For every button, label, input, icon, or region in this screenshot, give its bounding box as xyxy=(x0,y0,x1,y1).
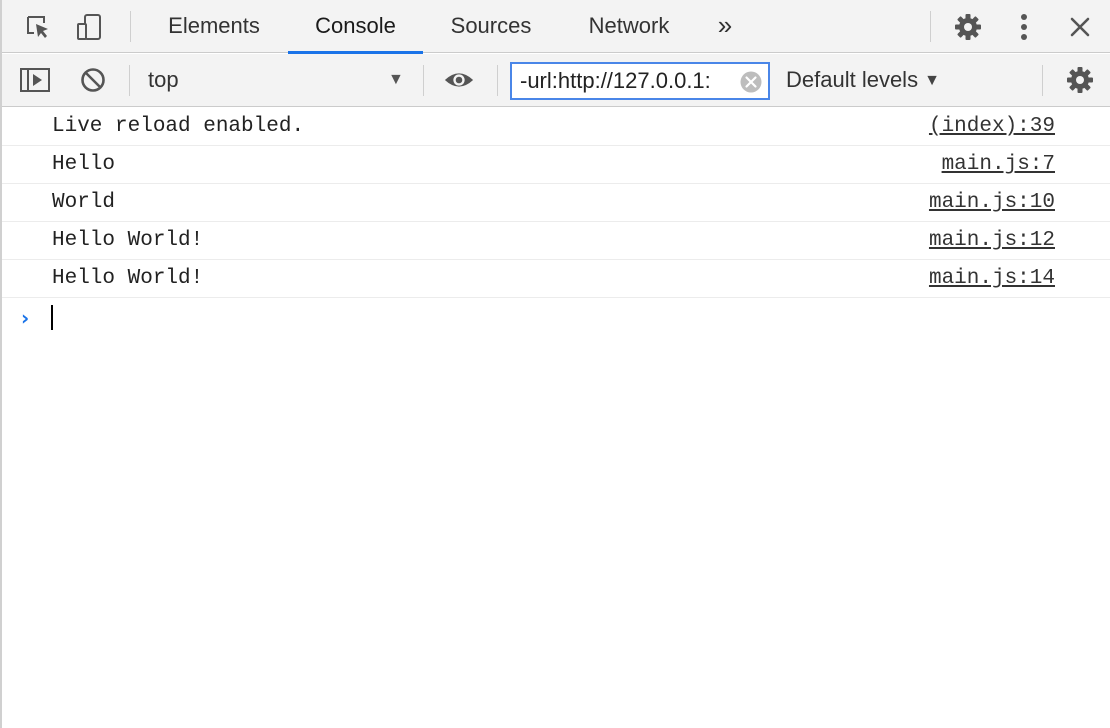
message-text: World xyxy=(52,191,116,214)
console-message: Hello World! main.js:14 xyxy=(2,260,1110,298)
devtools-tabbar: Elements Console Sources Network » xyxy=(2,0,1110,54)
text-cursor xyxy=(51,305,53,330)
sidebar-toggle-icon[interactable] xyxy=(19,64,51,96)
clear-filter-icon[interactable] xyxy=(740,71,762,93)
log-levels-label: Default levels xyxy=(786,67,919,92)
tabbar-divider xyxy=(130,11,131,42)
tabbar-divider xyxy=(930,11,931,42)
filter-input[interactable] xyxy=(512,64,738,98)
toolbar-divider xyxy=(1042,65,1043,96)
settings-gear-icon[interactable] xyxy=(952,11,984,43)
tab-elements[interactable]: Elements xyxy=(148,0,280,53)
tab-console[interactable]: Console xyxy=(288,0,423,54)
more-tabs-button[interactable]: » xyxy=(708,0,742,53)
message-source-link[interactable]: main.js:7 xyxy=(942,153,1055,176)
context-dropdown-arrow-icon[interactable]: ▼ xyxy=(388,66,404,94)
chevron-down-icon: ▼ xyxy=(924,72,940,89)
toolbar-divider xyxy=(497,65,498,96)
message-text: Live reload enabled. xyxy=(52,115,305,138)
context-selector[interactable]: top xyxy=(148,65,179,95)
more-options-icon[interactable] xyxy=(1008,11,1040,43)
message-source-link[interactable]: main.js:10 xyxy=(929,191,1055,214)
console-settings-gear-icon[interactable] xyxy=(1064,64,1096,96)
close-icon[interactable] xyxy=(1064,11,1096,43)
toolbar-divider xyxy=(129,65,130,96)
console-toolbar: top ▼ Default levels ▼ xyxy=(2,54,1110,107)
clear-console-icon[interactable] xyxy=(77,64,109,96)
message-text: Hello xyxy=(52,153,116,176)
message-text: Hello World! xyxy=(52,267,204,290)
devtools-window: Elements Console Sources Network » top ▼… xyxy=(0,0,1110,728)
message-text: Hello World! xyxy=(52,229,204,252)
console-message: Hello main.js:7 xyxy=(2,146,1110,184)
device-toolbar-icon[interactable] xyxy=(74,11,106,43)
console-message: Live reload enabled. (index):39 xyxy=(2,108,1110,146)
tab-network[interactable]: Network xyxy=(568,0,690,53)
console-message: World main.js:10 xyxy=(2,184,1110,222)
message-source-link[interactable]: (index):39 xyxy=(929,115,1055,138)
log-levels-dropdown[interactable]: Default levels ▼ xyxy=(786,65,940,96)
console-message: Hello World! main.js:12 xyxy=(2,222,1110,260)
inspect-element-icon[interactable] xyxy=(22,11,54,43)
live-expression-eye-icon[interactable] xyxy=(443,64,475,96)
message-source-link[interactable]: main.js:14 xyxy=(929,267,1055,290)
console-prompt[interactable]: › xyxy=(2,298,1110,338)
message-source-link[interactable]: main.js:12 xyxy=(929,229,1055,252)
tab-sources[interactable]: Sources xyxy=(432,0,550,53)
toolbar-divider xyxy=(423,65,424,96)
prompt-chevron-icon: › xyxy=(21,306,30,330)
filter-input-box xyxy=(510,62,770,100)
console-messages: Live reload enabled. (index):39 Hello ma… xyxy=(2,108,1110,338)
